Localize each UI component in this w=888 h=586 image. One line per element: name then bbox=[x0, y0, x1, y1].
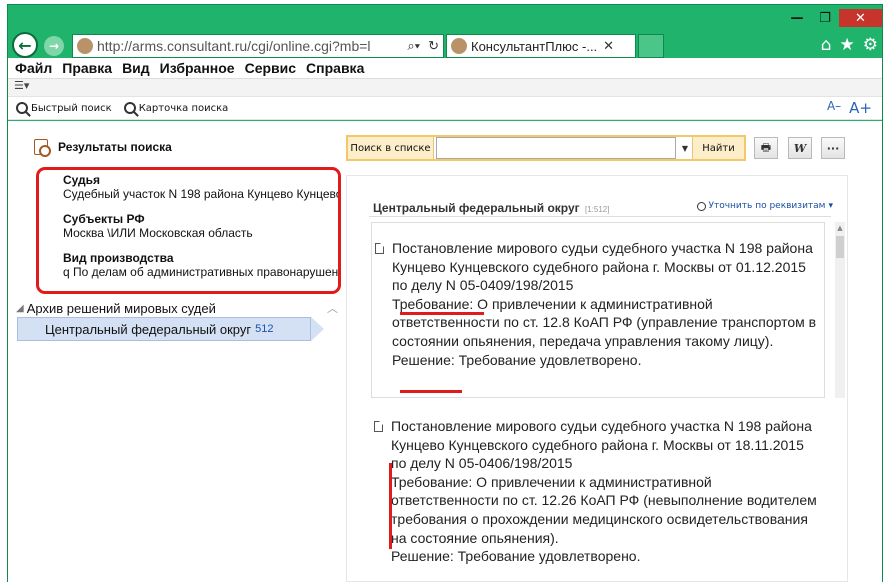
filter-region[interactable]: Субъекты РФ Москва \ИЛИ Московская облас… bbox=[63, 212, 338, 241]
menubar: Файл Правка Вид Избранное Сервис Справка bbox=[8, 58, 882, 78]
site-favicon-icon bbox=[77, 38, 93, 54]
document-requirement: Требование: О привлечении к администрати… bbox=[391, 473, 817, 546]
tab-favicon-icon bbox=[451, 38, 467, 54]
search-dropdown-icon[interactable]: ▼ bbox=[678, 137, 692, 159]
archive-item-count: 512 bbox=[255, 323, 274, 335]
refine-link[interactable]: Уточнить по реквизитам ▾ bbox=[696, 201, 833, 211]
forward-icon[interactable]: → bbox=[44, 36, 64, 56]
minimize-button[interactable]: — bbox=[783, 9, 811, 27]
header-divider bbox=[369, 216, 831, 217]
font-increase-button[interactable]: A+ bbox=[849, 99, 872, 117]
export-word-icon[interactable]: W bbox=[788, 137, 812, 159]
archive-item-central-district[interactable]: Центральный федеральный округ 512 bbox=[17, 317, 324, 341]
filter-region-value: Москва \ИЛИ Московская область bbox=[63, 226, 253, 240]
document-item[interactable]: Постановление мирового судьи судебного у… bbox=[371, 222, 825, 398]
search-card-button[interactable]: Карточка поиска bbox=[123, 102, 229, 114]
refine-search-icon bbox=[696, 201, 706, 211]
list-header-title: Центральный федеральный округ bbox=[373, 201, 580, 215]
menu-file[interactable]: Файл bbox=[15, 60, 52, 76]
search-results-icon bbox=[34, 139, 51, 157]
menu-view[interactable]: Вид bbox=[122, 60, 150, 76]
scrollbar[interactable]: ▲ bbox=[835, 222, 845, 398]
results-title: Результаты поиска bbox=[34, 139, 172, 157]
archive-item-label: Центральный федеральный округ bbox=[45, 321, 252, 337]
requirement-underline-mark bbox=[400, 312, 484, 315]
filter-proceeding-type[interactable]: Вид производства q По делам об администр… bbox=[63, 251, 338, 280]
search-input[interactable] bbox=[436, 137, 676, 159]
filter-judge-label: Судья bbox=[63, 173, 101, 187]
filter-judge[interactable]: Судья Судебный участок N 198 района Кунц… bbox=[63, 173, 338, 202]
more-icon[interactable]: ··· bbox=[821, 137, 845, 159]
search-in-list: Поиск в списке ▼ Найти bbox=[346, 135, 746, 161]
print-icon[interactable]: 🖶 bbox=[754, 137, 778, 159]
list-header: Центральный федеральный округ [1:512] bbox=[373, 201, 609, 215]
scroll-up-icon[interactable]: ▲ bbox=[835, 222, 845, 234]
back-icon[interactable]: ← bbox=[12, 32, 38, 58]
menu-edit[interactable]: Правка bbox=[62, 60, 112, 76]
hamburger-menu-icon[interactable]: ☰▾ bbox=[8, 78, 882, 96]
address-bar: ← → http://arms.consultant.ru/cgi/online… bbox=[8, 31, 884, 61]
menu-help[interactable]: Справка bbox=[306, 60, 364, 76]
quick-search-label: Быстрый поиск bbox=[31, 102, 112, 114]
requirement-side-mark bbox=[389, 463, 392, 549]
document-requirement: Требование: О привлечении к администрати… bbox=[392, 295, 817, 349]
search-card-label: Карточка поиска bbox=[138, 102, 229, 114]
url-field[interactable]: http://arms.consultant.ru/cgi/online.cgi… bbox=[72, 34, 444, 58]
close-button[interactable]: ✕ bbox=[839, 9, 882, 27]
list-count: [1:512] bbox=[584, 205, 610, 214]
consultant-toolbar: Быстрый поиск Карточка поиска A– A+ bbox=[8, 96, 882, 120]
quick-search-button[interactable]: Быстрый поиск bbox=[16, 102, 112, 114]
font-size-controls: A– A+ bbox=[827, 99, 872, 117]
browser-toolbar-icons: ⌂ ★ ⚙ bbox=[821, 35, 878, 55]
filter-judge-value: Судебный участок N 198 района Кунцево Ку… bbox=[63, 187, 341, 201]
decision-underline-mark bbox=[400, 390, 462, 393]
results-list-panel: Центральный федеральный округ [1:512] Ут… bbox=[346, 175, 848, 582]
favorites-star-icon[interactable]: ★ bbox=[840, 35, 855, 55]
tab-close-icon[interactable]: ✕ bbox=[603, 38, 614, 54]
url-text: http://arms.consultant.ru/cgi/online.cgi… bbox=[97, 38, 371, 54]
refresh-icon[interactable]: ↻ bbox=[424, 38, 443, 54]
main-content: Результаты поиска Судья Судебный участок… bbox=[8, 121, 882, 582]
search-filters: Судья Судебный участок N 198 района Кунц… bbox=[36, 167, 341, 294]
chevron-down-icon: ▾ bbox=[828, 201, 833, 211]
filter-proceeding-value: q По делам об административных правонару… bbox=[63, 265, 339, 279]
scroll-thumb[interactable] bbox=[836, 236, 844, 258]
document-decision: Решение: Требование удовлетворено. bbox=[391, 548, 641, 565]
find-button[interactable]: Найти bbox=[692, 137, 744, 159]
maximize-button[interactable]: ❐ bbox=[811, 9, 839, 27]
search-card-icon bbox=[123, 102, 136, 114]
archive-header-label: Архив решений мировых судей bbox=[26, 300, 216, 316]
menu-favorites[interactable]: Избранное bbox=[160, 60, 235, 76]
tab-title: КонсультантПлюс -... bbox=[471, 38, 598, 54]
browser-tab[interactable]: КонсультантПлюс -... ✕ bbox=[446, 34, 636, 58]
archive-section-header[interactable]: ◢ Архив решений мировых судей ︿ bbox=[16, 298, 346, 318]
results-title-label: Результаты поиска bbox=[58, 140, 172, 154]
document-decision: Решение: Требование удовлетворено. bbox=[392, 351, 642, 368]
search-dropdown-icon[interactable]: ⌕▾ bbox=[403, 38, 424, 54]
font-decrease-button[interactable]: A– bbox=[827, 99, 841, 117]
new-tab-button[interactable] bbox=[638, 34, 664, 58]
document-icon bbox=[375, 243, 384, 254]
menu-tools[interactable]: Сервис bbox=[245, 60, 296, 76]
filter-proceeding-label: Вид производства bbox=[63, 251, 174, 265]
search-in-list-label: Поиск в списке bbox=[348, 137, 434, 159]
collapse-caret-icon: ◢ bbox=[16, 302, 24, 314]
refine-link-label: Уточнить по реквизитам bbox=[708, 201, 826, 211]
document-title[interactable]: Постановление мирового судьи судебного у… bbox=[391, 417, 819, 473]
document-title[interactable]: Постановление мирового судьи судебного у… bbox=[392, 239, 818, 295]
search-icon bbox=[16, 102, 28, 114]
settings-gear-icon[interactable]: ⚙ bbox=[863, 35, 878, 55]
document-icon bbox=[374, 421, 383, 432]
chevron-up-icon[interactable]: ︿ bbox=[327, 300, 338, 316]
filter-region-label: Субъекты РФ bbox=[63, 212, 145, 226]
home-icon[interactable]: ⌂ bbox=[821, 35, 832, 55]
document-item[interactable]: Постановление мирового судьи судебного у… bbox=[371, 401, 825, 576]
